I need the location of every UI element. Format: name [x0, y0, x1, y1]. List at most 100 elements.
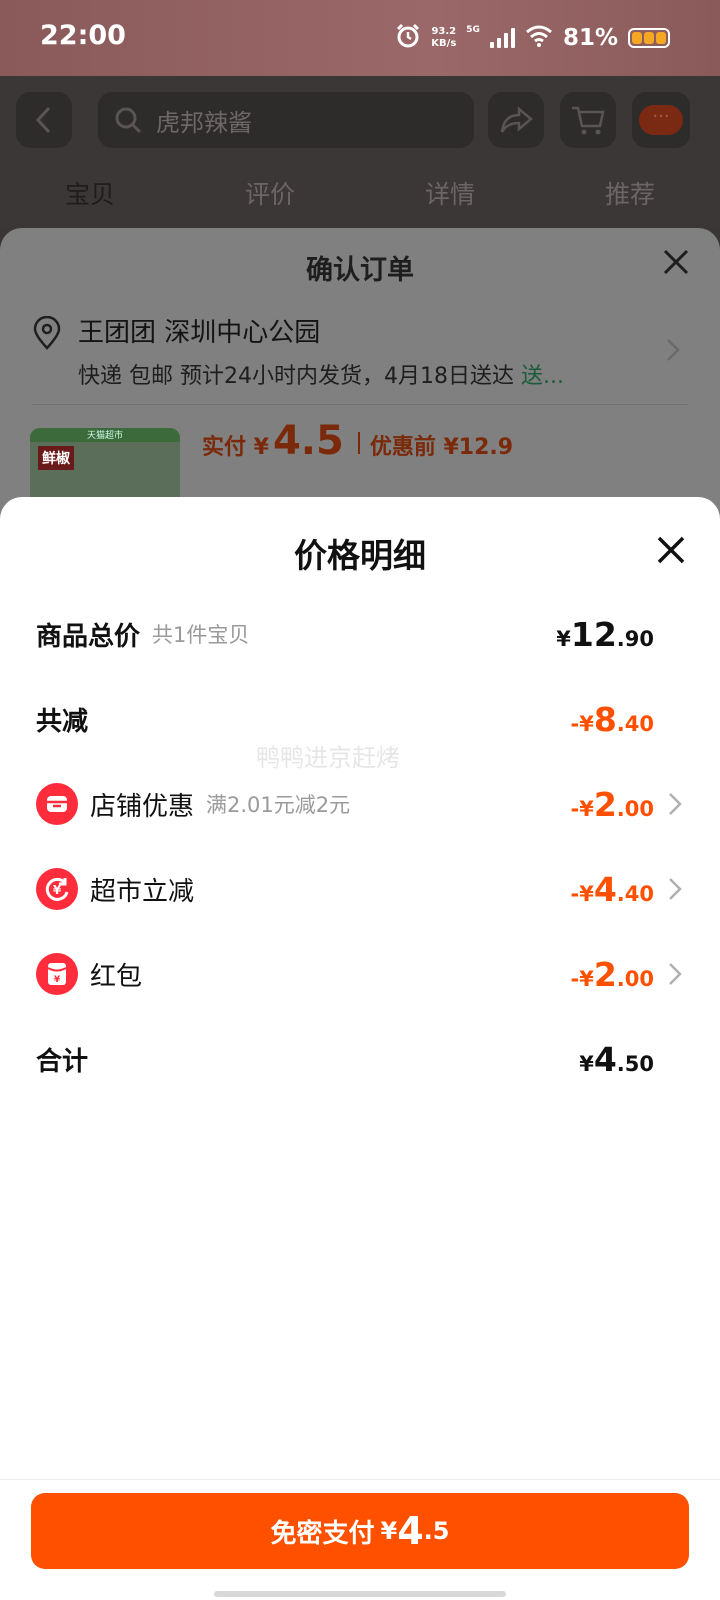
- product-tabs: 宝贝 评价 详情 推荐: [0, 162, 720, 228]
- battery-icon: [628, 28, 670, 48]
- sum-label: 合计: [36, 1046, 89, 1077]
- pay-currency: ¥: [380, 1517, 398, 1545]
- search-placeholder: 虎邦辣酱: [156, 108, 252, 137]
- pay-button-label: 免密支付: [270, 1518, 375, 1549]
- location-pin-icon: [32, 315, 62, 354]
- close-button[interactable]: [654, 533, 688, 567]
- amount-int: 4: [593, 1039, 617, 1079]
- battery-percent: 81%: [562, 25, 618, 51]
- amount-dec: .40: [616, 881, 654, 906]
- search-icon: [115, 107, 142, 134]
- chevron-right-icon: [669, 963, 682, 985]
- close-icon: [663, 249, 689, 275]
- amount-dec: .90: [616, 626, 654, 651]
- pay-amount-dec: .5: [423, 1517, 450, 1545]
- address-name[interactable]: 王团团 深圳中心公园: [78, 312, 320, 349]
- amount-int: 12: [570, 614, 617, 654]
- divider: [357, 432, 360, 454]
- before-discount: 优惠前 ¥12.9: [369, 435, 514, 460]
- wifi-icon: [525, 25, 553, 51]
- more-button[interactable]: ···: [632, 92, 690, 148]
- search-input[interactable]: 虎邦辣酱: [98, 92, 474, 148]
- currency: ¥: [556, 626, 571, 651]
- amount-int: 2: [593, 954, 617, 994]
- price-detail-sheet: 价格明细 商品总价 共1件宝贝 ¥12.90 共减 -¥ 8.40 店铺优惠 满2…: [0, 497, 720, 1600]
- currency: -¥: [570, 966, 594, 991]
- svg-text:¥: ¥: [53, 883, 62, 897]
- store-icon: [36, 783, 78, 825]
- product-badge: 鲜椒: [38, 446, 74, 470]
- tab-reviews[interactable]: 评价: [180, 162, 360, 228]
- red-packet-row[interactable]: ¥ 红包 -¥ 2.00: [36, 951, 684, 997]
- amount-dec: .40: [616, 711, 654, 736]
- chevron-left-icon: [35, 106, 51, 134]
- amount-int: 8: [593, 699, 617, 739]
- share-icon: [500, 106, 533, 133]
- sheet-title: 价格明细: [294, 536, 426, 575]
- net-speed-unit: KB/s: [431, 38, 457, 49]
- yuan-coin-icon: ¥: [36, 868, 78, 910]
- amount-int: 2: [593, 784, 617, 824]
- network-type: 5G: [466, 25, 480, 35]
- chevron-right-icon: [669, 793, 682, 815]
- red-packet-icon: ¥: [36, 953, 78, 995]
- pay-amount-int: 4: [397, 1509, 424, 1553]
- net-speed-value: 93.2: [431, 26, 457, 37]
- goods-count: 共1件宝贝: [152, 623, 250, 647]
- back-button[interactable]: [16, 92, 72, 148]
- goods-total-amount: ¥12.90: [556, 615, 654, 654]
- chevron-right-icon: [669, 878, 682, 900]
- store-discount-amount: -¥ 2.00: [571, 785, 655, 824]
- tab-details[interactable]: 详情: [360, 162, 540, 228]
- tab-recommend[interactable]: 推荐: [540, 162, 720, 228]
- product-price: 实付 ¥ 4.5 优惠前 ¥12.9: [202, 418, 513, 464]
- divider: [32, 404, 688, 405]
- watermark: 鸭鸭进京赶烤: [256, 744, 400, 772]
- share-button[interactable]: [488, 92, 544, 148]
- chevron-right-icon[interactable]: [666, 338, 680, 366]
- home-indicator[interactable]: [214, 1591, 506, 1597]
- shipping-info: 快递 包邮 预计24小时内发货，4月18日送达 送...: [78, 358, 564, 390]
- red-packet-amount: -¥ 2.00: [571, 955, 655, 994]
- currency: -¥: [570, 796, 594, 821]
- currency: ¥: [579, 1051, 594, 1076]
- pay-button[interactable]: 免密支付 ¥ 4 .5: [31, 1493, 689, 1569]
- currency: -¥: [570, 711, 594, 736]
- actual-pay-value: 4.5: [272, 418, 344, 464]
- shipping-text: 快递 包邮 预计24小时内发货，4月18日送达: [78, 364, 521, 389]
- total-reduce-label: 共减: [36, 706, 89, 737]
- store-discount-rule: 满2.01元减2元: [206, 793, 351, 817]
- cart-button[interactable]: [560, 92, 616, 148]
- order-close-button[interactable]: [662, 248, 690, 280]
- sum-row: 合计 ¥4.50: [36, 1036, 684, 1082]
- supermarket-discount-row[interactable]: ¥ 超市立减 -¥ 4.40: [36, 866, 684, 912]
- net-speed: 93.2 KB/s: [431, 26, 456, 50]
- total-reduce-row: 共减 -¥ 8.40: [36, 696, 684, 742]
- supermarket-discount-label: 超市立减: [90, 876, 195, 907]
- signal-icon: [489, 28, 515, 48]
- goods-total-row: 商品总价 共1件宝贝 ¥12.90: [36, 611, 684, 657]
- status-bar: 22:00 93.2 KB/s 5G 81%: [0, 0, 720, 76]
- store-discount-row[interactable]: 店铺优惠 满2.01元减2元 -¥ 2.00: [36, 781, 684, 827]
- tab-item[interactable]: 宝贝: [0, 162, 180, 228]
- sum-amount: ¥4.50: [579, 1040, 654, 1079]
- more-icon: ···: [639, 105, 683, 135]
- amount-dec: .00: [616, 966, 654, 991]
- amount-dec: .00: [616, 796, 654, 821]
- store-discount-label: 店铺优惠: [90, 791, 195, 822]
- actual-pay-label: 实付 ¥: [202, 435, 269, 460]
- amount-dec: .50: [616, 1051, 654, 1076]
- red-packet-label: 红包: [90, 961, 143, 992]
- goods-total-label: 商品总价: [36, 621, 141, 652]
- shipping-link[interactable]: 送...: [521, 364, 564, 389]
- divider: [0, 1479, 720, 1480]
- status-time: 22:00: [40, 20, 126, 51]
- alarm-icon: [395, 23, 421, 53]
- total-reduce-amount: -¥ 8.40: [571, 700, 655, 739]
- close-icon: [657, 536, 685, 564]
- confirm-order-sheet: 确认订单 王团团 深圳中心公园 快递 包邮 预计24小时内发货，4月18日送达 …: [0, 228, 720, 528]
- supermarket-discount-amount: -¥ 4.40: [571, 870, 655, 909]
- cart-icon: [572, 106, 605, 135]
- product-store-tag: 天猫超市: [30, 428, 180, 442]
- currency: -¥: [570, 881, 594, 906]
